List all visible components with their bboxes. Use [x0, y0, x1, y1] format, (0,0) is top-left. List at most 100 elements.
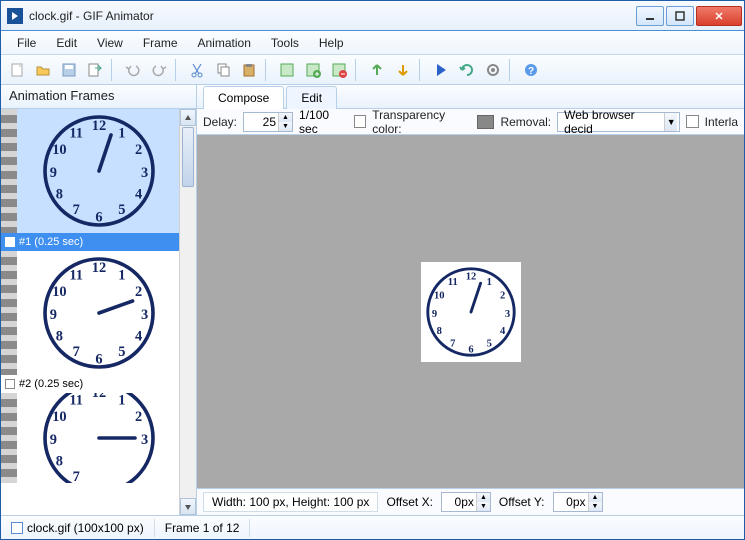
- svg-text:10: 10: [52, 142, 66, 158]
- document-icon: [11, 522, 23, 534]
- svg-text:9: 9: [49, 432, 56, 448]
- interlace-checkbox[interactable]: [686, 115, 698, 128]
- svg-text:9: 9: [49, 165, 56, 181]
- status-frame: Frame 1 of 12: [155, 519, 251, 537]
- film-edge: [1, 109, 17, 233]
- svg-text:6: 6: [468, 344, 473, 355]
- removal-value: Web browser decid: [564, 108, 660, 136]
- move-up-icon[interactable]: [365, 58, 389, 82]
- move-down-icon[interactable]: [391, 58, 415, 82]
- svg-text:12: 12: [91, 260, 105, 276]
- offsety-spinner[interactable]: ▲▼: [553, 492, 603, 512]
- spin-down-icon[interactable]: ▼: [477, 502, 490, 511]
- svg-text:9: 9: [431, 308, 436, 319]
- svg-text:3: 3: [504, 308, 509, 319]
- menu-file[interactable]: File: [7, 33, 46, 53]
- menu-tools[interactable]: Tools: [261, 33, 309, 53]
- spin-down-icon[interactable]: ▼: [279, 122, 292, 131]
- svg-text:7: 7: [72, 202, 79, 218]
- menu-frame[interactable]: Frame: [133, 33, 188, 53]
- menu-help[interactable]: Help: [309, 33, 354, 53]
- svg-text:11: 11: [447, 277, 457, 288]
- svg-text:5: 5: [118, 344, 125, 360]
- svg-text:12: 12: [91, 118, 105, 134]
- maximize-button[interactable]: [666, 6, 694, 26]
- film-edge: [1, 393, 17, 483]
- frames-list: 12 1 2 3 4 5 6 7 8 9 10 11: [1, 109, 196, 515]
- chevron-down-icon[interactable]: ▼: [664, 113, 677, 131]
- frame-thumbnail[interactable]: 12 1 2 3 4 5 6 7 8 9 10 11: [17, 251, 180, 375]
- export-icon[interactable]: [83, 58, 107, 82]
- spin-up-icon[interactable]: ▲: [477, 493, 490, 502]
- redo-icon[interactable]: [147, 58, 171, 82]
- removal-select[interactable]: Web browser decid▼: [557, 112, 680, 132]
- open-icon[interactable]: [31, 58, 55, 82]
- transparency-color-swatch[interactable]: [477, 115, 494, 129]
- canvas-image[interactable]: 12 1 2 3 4 5 6 7 8 9 10 11: [421, 262, 521, 362]
- new-icon[interactable]: [5, 58, 29, 82]
- frame-thumbnail[interactable]: 12 1 2 3 9 10 11 7 8: [17, 393, 180, 483]
- delay-label: Delay:: [203, 115, 237, 129]
- scroll-up-icon[interactable]: [180, 109, 196, 126]
- help-icon[interactable]: ?: [519, 58, 543, 82]
- canvas-status-bar: Width: 100 px, Height: 100 px Offset X: …: [197, 489, 744, 515]
- delay-input[interactable]: [244, 115, 278, 129]
- paste-icon[interactable]: [237, 58, 261, 82]
- menu-view[interactable]: View: [87, 33, 133, 53]
- insert-frame-icon[interactable]: [301, 58, 325, 82]
- svg-text:12: 12: [91, 393, 105, 401]
- frame-checkbox-icon: [5, 237, 15, 247]
- menu-edit[interactable]: Edit: [46, 33, 87, 53]
- scrollbar[interactable]: [179, 109, 196, 515]
- offsety-input[interactable]: [554, 495, 588, 509]
- frame-label-text: #1 (0.25 sec): [19, 236, 83, 248]
- menu-animation[interactable]: Animation: [188, 33, 261, 53]
- svg-text:11: 11: [69, 267, 83, 283]
- loop-icon[interactable]: [455, 58, 479, 82]
- frame-item[interactable]: 12 1 2 3 4 5 6 7 8 9 10 11: [1, 109, 196, 251]
- spin-up-icon[interactable]: ▲: [589, 493, 602, 502]
- scroll-down-icon[interactable]: [180, 498, 196, 515]
- scroll-thumb[interactable]: [182, 127, 194, 187]
- tab-edit[interactable]: Edit: [286, 86, 337, 109]
- status-doc-text: clock.gif (100x100 px): [27, 521, 144, 535]
- svg-text:8: 8: [55, 329, 62, 345]
- svg-text:?: ?: [528, 66, 534, 77]
- settings-icon[interactable]: [481, 58, 505, 82]
- transparency-checkbox[interactable]: [354, 115, 366, 128]
- delete-frame-icon[interactable]: [327, 58, 351, 82]
- frame-label: #2 (0.25 sec): [1, 375, 196, 393]
- svg-text:11: 11: [69, 393, 83, 408]
- svg-text:10: 10: [52, 409, 66, 425]
- add-frame-icon[interactable]: [275, 58, 299, 82]
- cut-icon[interactable]: [185, 58, 209, 82]
- spin-down-icon[interactable]: ▼: [589, 502, 602, 511]
- canvas-area[interactable]: 12 1 2 3 4 5 6 7 8 9 10 11: [197, 135, 744, 489]
- svg-text:12: 12: [465, 271, 476, 282]
- undo-icon[interactable]: [121, 58, 145, 82]
- save-icon[interactable]: [57, 58, 81, 82]
- frame-label: #1 (0.25 sec): [1, 233, 196, 251]
- app-icon: [7, 8, 23, 24]
- svg-text:1: 1: [486, 277, 491, 288]
- frame-item[interactable]: 12 1 2 3 4 5 6 7 8 9 10 11: [1, 251, 196, 393]
- play-icon[interactable]: [429, 58, 453, 82]
- frame-item[interactable]: 12 1 2 3 9 10 11 7 8: [1, 393, 196, 483]
- close-button[interactable]: [696, 6, 742, 26]
- removal-label: Removal:: [500, 115, 551, 129]
- svg-text:2: 2: [134, 409, 141, 425]
- minimize-button[interactable]: [636, 6, 664, 26]
- svg-text:8: 8: [55, 454, 62, 470]
- svg-text:10: 10: [52, 284, 66, 300]
- spin-up-icon[interactable]: ▲: [279, 113, 292, 122]
- svg-text:4: 4: [134, 187, 141, 203]
- copy-icon[interactable]: [211, 58, 235, 82]
- delay-spinner[interactable]: ▲▼: [243, 112, 293, 132]
- tab-compose[interactable]: Compose: [203, 86, 284, 109]
- frames-panel-title: Animation Frames: [1, 85, 196, 109]
- svg-text:7: 7: [72, 344, 79, 360]
- offsetx-spinner[interactable]: ▲▼: [441, 492, 491, 512]
- editor-tabs: Compose Edit: [197, 85, 744, 109]
- frame-thumbnail[interactable]: 12 1 2 3 4 5 6 7 8 9 10 11: [17, 109, 180, 233]
- offsetx-input[interactable]: [442, 495, 476, 509]
